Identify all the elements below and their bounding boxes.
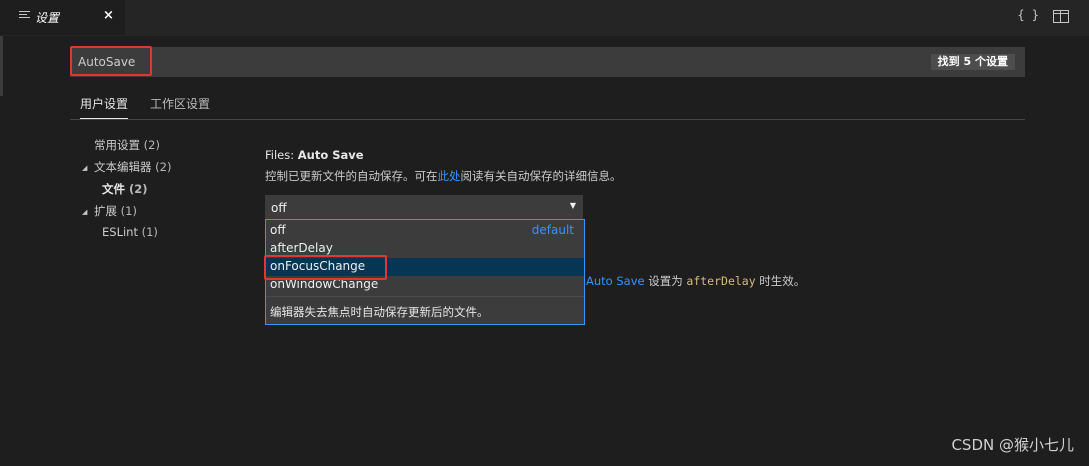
next-setting-link[interactable]: Auto Save — [586, 274, 645, 288]
next-setting-text-end: 时生效。 — [755, 274, 806, 288]
dropdown-divider — [266, 296, 584, 297]
highlight-box-search — [70, 46, 152, 76]
toc-item-text-editor[interactable]: 文本编辑器 (2) — [94, 159, 171, 175]
toc-item-count: (2) — [143, 138, 160, 152]
option-default-tag: default — [531, 223, 574, 237]
search-input[interactable] — [78, 54, 678, 70]
toc-item-count: (1) — [120, 204, 137, 218]
next-setting-description: Auto Save 设置为 afterDelay 时生效。 — [586, 273, 805, 289]
desc-link[interactable]: 此处 — [438, 169, 461, 183]
option-label: afterDelay — [270, 241, 333, 255]
toc-item-eslint[interactable]: ESLint (1) — [102, 225, 158, 239]
setting-name: Auto Save — [297, 148, 364, 162]
desc-text-after: 阅读有关自动保存的详细信息。 — [460, 169, 622, 183]
toc-item-label: ESLint — [102, 225, 138, 239]
setting-description: 控制已更新文件的自动保存。可在此处阅读有关自动保存的详细信息。 — [265, 168, 622, 184]
expanded-arrow-icon[interactable]: ◢ — [82, 208, 87, 216]
tab-user-settings[interactable]: 用户设置 — [80, 95, 129, 119]
toc-item-label: 文本编辑器 — [94, 160, 152, 174]
auto-save-select[interactable]: off ▼ — [265, 195, 583, 219]
tab-label: 设置 — [35, 11, 60, 25]
split-editor-icon[interactable] — [1053, 10, 1069, 23]
toc-item-count: (2) — [155, 160, 172, 174]
setting-category: Files: — [265, 148, 298, 162]
tab-settings[interactable]: 设置 × — [0, 0, 125, 35]
editor-actions: { } — [1017, 8, 1069, 23]
toc-item-common[interactable]: 常用设置 (2) — [94, 137, 160, 153]
settings-search-bar: 找到 5 个设置 — [70, 47, 1025, 77]
toc-item-extensions[interactable]: 扩展 (1) — [94, 203, 137, 219]
toc-item-label: 文件 — [102, 182, 125, 196]
settings-file-icon — [19, 11, 30, 21]
option-label: off — [270, 223, 286, 237]
select-value: off — [271, 201, 287, 215]
open-settings-json-icon[interactable]: { } — [1017, 8, 1039, 23]
highlight-box-option — [264, 255, 387, 280]
expanded-arrow-icon[interactable]: ◢ — [82, 164, 87, 172]
next-setting-code: afterDelay — [686, 274, 756, 288]
setting-title: Files: Auto Save — [265, 148, 364, 162]
next-setting-text: 设置为 — [644, 274, 687, 288]
toc-item-count: (2) — [129, 182, 148, 196]
scrollbar[interactable] — [0, 36, 3, 96]
close-icon[interactable]: × — [103, 8, 114, 23]
tab-workspace-settings[interactable]: 工作区设置 — [150, 95, 210, 118]
search-result-count: 找到 5 个设置 — [930, 54, 1015, 70]
tab-bar: 设置 × { } — [0, 0, 1089, 36]
chevron-down-icon: ▼ — [569, 201, 576, 210]
watermark: CSDN @猴小七儿 — [951, 436, 1074, 454]
scope-tabs: 用户设置 工作区设置 — [70, 94, 1025, 120]
toc-item-label: 扩展 — [94, 204, 117, 218]
toc-item-files[interactable]: 文件 (2) — [102, 181, 148, 197]
toc-item-count: (1) — [141, 225, 158, 239]
desc-text-before: 控制已更新文件的自动保存。可在 — [265, 169, 438, 183]
toc-item-label: 常用设置 — [94, 138, 140, 152]
option-off[interactable]: off default — [266, 222, 584, 240]
option-description: 编辑器失去焦点时自动保存更新后的文件。 — [270, 305, 489, 319]
